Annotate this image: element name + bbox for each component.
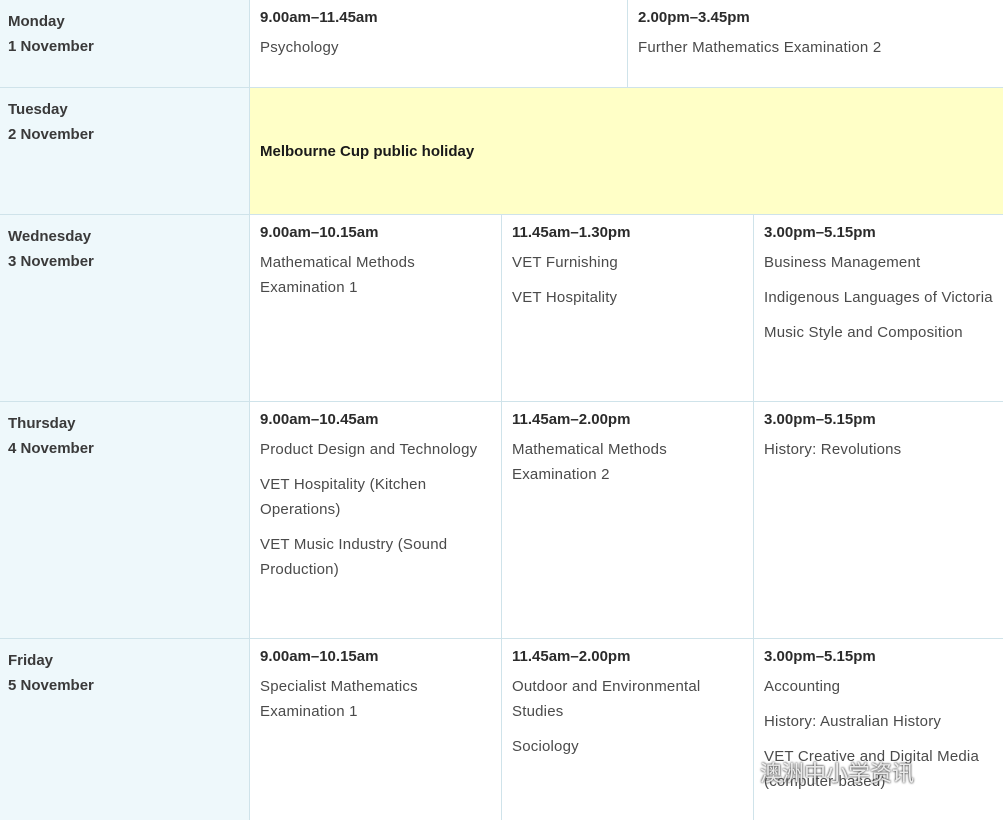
session-time: 9.00am–10.45am (260, 411, 379, 428)
subject: Mathematical Methods Examination 2 (512, 441, 667, 483)
session-time: 2.00pm–3.45pm (638, 9, 750, 26)
subject: Mathematical Methods Examination 1 (260, 254, 415, 296)
day-date: 1 November (8, 38, 94, 55)
session-time: 3.00pm–5.15pm (764, 224, 876, 241)
session-cell: 2.00pm–3.45pm Further Mathematics Examin… (628, 0, 1003, 87)
session-time: 9.00am–10.15am (260, 224, 379, 241)
subject: Accounting (764, 678, 841, 695)
subject: Sociology (512, 738, 579, 755)
session-time: 9.00am–11.45am (260, 9, 378, 26)
session-time: 9.00am–10.15am (260, 648, 379, 665)
subject: Specialist Mathematics Examination 1 (260, 678, 418, 720)
holiday-label: Melbourne Cup public holiday (260, 142, 475, 160)
subject: Business Management (764, 254, 921, 271)
row-wednesday: Wednesday 3 November 9.00am–10.15am Math… (0, 215, 1003, 402)
day-name: Monday (8, 13, 65, 30)
day-date: 5 November (8, 677, 94, 694)
row-thursday: Thursday 4 November 9.00am–10.45am Produ… (0, 402, 1003, 639)
session-cell: 9.00am–11.45am Psychology (250, 0, 628, 87)
session-cell: 3.00pm–5.15pm Business Management Indige… (754, 215, 1003, 401)
row-friday: Friday 5 November 9.00am–10.15am Special… (0, 639, 1003, 820)
subject: History: Revolutions (764, 441, 902, 458)
subject: Music Style and Composition (764, 324, 963, 341)
subject: Product Design and Technology (260, 441, 478, 458)
day-name: Thursday (8, 415, 76, 432)
holiday-cell: Melbourne Cup public holiday (250, 88, 1003, 214)
subject: History: Australian History (764, 713, 942, 730)
day-label: Tuesday 2 November (0, 88, 250, 214)
day-name: Wednesday (8, 228, 92, 245)
day-label: Friday 5 November (0, 639, 250, 820)
subject: VET Music Industry (Sound Production) (260, 536, 448, 578)
session-time: 11.45am–1.30pm (512, 224, 631, 241)
session-cell: 11.45am–1.30pm VET Furnishing VET Hospit… (502, 215, 754, 401)
subject: VET Hospitality (512, 289, 618, 306)
session-time: 11.45am–2.00pm (512, 648, 631, 665)
day-date: 2 November (8, 126, 94, 143)
subject: VET Furnishing (512, 254, 618, 271)
session-cell: 11.45am–2.00pm Outdoor and Environmental… (502, 639, 754, 820)
day-date: 4 November (8, 440, 94, 457)
session-cell: 11.45am–2.00pm Mathematical Methods Exam… (502, 402, 754, 638)
session-cell: 9.00am–10.15am Mathematical Methods Exam… (250, 215, 502, 401)
day-label: Wednesday 3 November (0, 215, 250, 401)
day-label: Monday 1 November (0, 0, 250, 87)
session-cell: 3.00pm–5.15pm History: Revolutions (754, 402, 1003, 638)
subject: Psychology (260, 39, 339, 56)
day-name: Friday (8, 652, 54, 669)
watermark: 澳洲中小学资讯 (760, 762, 915, 787)
day-name: Tuesday (8, 101, 68, 118)
session-time: 11.45am–2.00pm (512, 411, 631, 428)
day-label: Thursday 4 November (0, 402, 250, 638)
session-cell: 9.00am–10.45am Product Design and Techno… (250, 402, 502, 638)
subject: Outdoor and Environmental Studies (512, 678, 701, 720)
subject: Further Mathematics Examination 2 (638, 39, 882, 56)
row-tuesday: Tuesday 2 November Melbourne Cup public … (0, 88, 1003, 215)
day-date: 3 November (8, 253, 94, 270)
subject: VET Hospitality (Kitchen Operations) (260, 476, 427, 518)
session-cell: 3.00pm–5.15pm Accounting History: Austra… (754, 639, 1003, 820)
session-time: 3.00pm–5.15pm (764, 411, 876, 428)
row-monday: Monday 1 November 9.00am–11.45am Psychol… (0, 0, 1003, 88)
session-time: 3.00pm–5.15pm (764, 648, 876, 665)
session-cell: 9.00am–10.15am Specialist Mathematics Ex… (250, 639, 502, 820)
subject: Indigenous Languages of Victoria (764, 289, 993, 306)
